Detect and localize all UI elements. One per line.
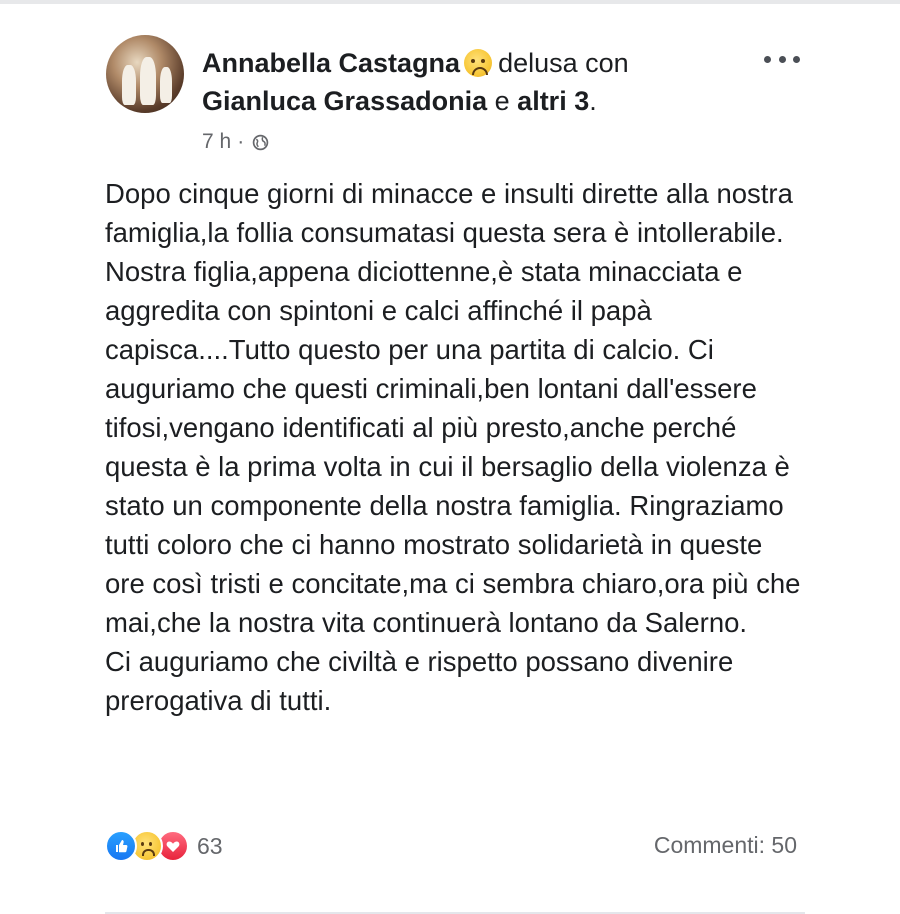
comments-count-link[interactable]: Commenti: 50 [654, 832, 797, 859]
meta-separator: · [237, 130, 245, 153]
reaction-count: 63 [197, 832, 223, 859]
globe-icon [252, 134, 269, 150]
sad-face-icon [464, 49, 493, 77]
tagged-connector: e [494, 86, 510, 116]
like-icon [105, 830, 137, 862]
post-paragraph: Ci auguriamo che civiltà e rispetto poss… [105, 646, 734, 716]
author-name[interactable]: Annabella Castagna [202, 48, 460, 78]
feeling-text: delusa con [498, 48, 629, 78]
post-meta: 7 h · [202, 128, 269, 156]
post-header: Annabella Castagna delusa con [202, 46, 629, 80]
tagged-others-link[interactable]: altri 3 [517, 86, 589, 116]
author-avatar[interactable] [106, 35, 184, 113]
reactions-summary[interactable]: 63 [105, 829, 223, 863]
tagged-line: Gianluca Grassadonia e altri 3. [202, 84, 597, 118]
facebook-post: Annabella Castagna delusa con Gianluca Gr… [105, 30, 805, 914]
post-body: Dopo cinque giorni di minacce e insulti … [105, 174, 805, 720]
tagged-person[interactable]: Gianluca Grassadonia [202, 86, 487, 116]
more-options-icon[interactable] [764, 52, 800, 66]
post-paragraph: Dopo cinque giorni di minacce e insulti … [105, 178, 801, 638]
tagged-end: . [589, 86, 597, 116]
post-timestamp[interactable]: 7 h [202, 128, 231, 156]
top-border [0, 0, 900, 4]
